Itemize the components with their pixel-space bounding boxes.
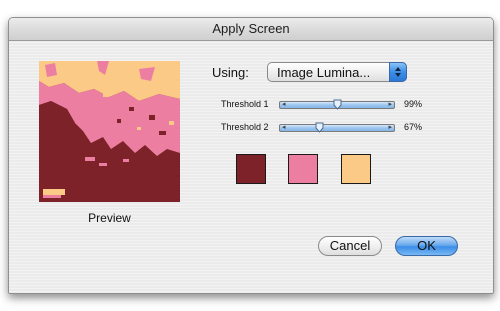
threshold-2-slider[interactable]: ◂ ▸ — [279, 122, 395, 133]
threshold-1-thumb[interactable] — [333, 99, 342, 110]
slider-left-arrow-icon[interactable]: ◂ — [282, 124, 286, 132]
apply-screen-dialog: Apply Screen Preview Using: Image Lumina… — [8, 17, 494, 294]
threshold-1-slider[interactable]: ◂ ▸ — [279, 99, 395, 110]
using-label: Using: — [212, 65, 249, 80]
threshold-1-value: 99% — [404, 99, 423, 109]
ok-button[interactable]: OK — [395, 236, 458, 256]
threshold-2-thumb[interactable] — [315, 122, 324, 133]
color-swatch-dark-red[interactable] — [236, 154, 266, 184]
threshold-2-label: Threshold 2 — [221, 122, 269, 132]
slider-right-arrow-icon[interactable]: ▸ — [388, 124, 392, 132]
preview-graphic — [39, 61, 180, 202]
title-bar: Apply Screen — [9, 18, 493, 41]
slider-right-arrow-icon[interactable]: ▸ — [388, 101, 392, 109]
preview-caption: Preview — [88, 211, 131, 225]
popup-arrows-icon — [389, 62, 407, 82]
window-title: Apply Screen — [212, 21, 290, 36]
color-swatch-pink[interactable] — [288, 154, 318, 184]
using-popup[interactable]: Image Lumina... — [267, 62, 407, 82]
using-popup-value: Image Lumina... — [277, 65, 371, 80]
slider-left-arrow-icon[interactable]: ◂ — [282, 101, 286, 109]
threshold-2-value: 67% — [404, 122, 423, 132]
preview-image — [39, 61, 180, 202]
color-swatch-peach[interactable] — [341, 154, 371, 184]
threshold-1-label: Threshold 1 — [221, 99, 269, 109]
cancel-button[interactable]: Cancel — [318, 236, 382, 256]
